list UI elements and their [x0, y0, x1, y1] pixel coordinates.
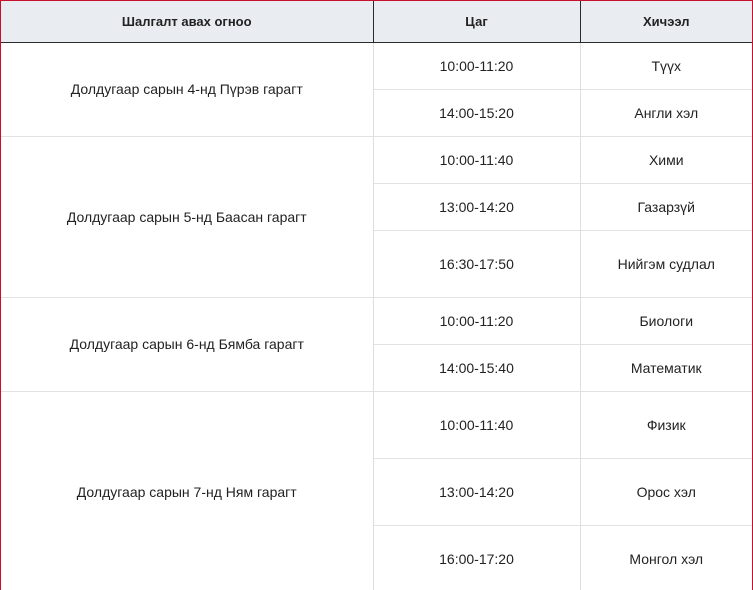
time-cell: 10:00-11:40 — [373, 136, 581, 184]
day-label: Долдугаар сарын 7-нд Ням гарагт — [76, 483, 297, 500]
header-time: Цаг — [373, 1, 581, 43]
time-cell: 10:00-11:20 — [373, 42, 581, 90]
header-row: Шалгалт авах огноо Цаг Хичээл — [1, 1, 752, 43]
header-subject: Хичээл — [580, 1, 752, 43]
day-cell: Долдугаар сарын 7-нд Ням гарагт — [1, 391, 374, 590]
subject-cell: Англи хэл — [580, 89, 752, 137]
time-cell: 14:00-15:40 — [373, 344, 581, 392]
subject-cell: Орос хэл — [580, 458, 752, 526]
time-cell: 14:00-15:20 — [373, 89, 581, 137]
subject-cell: Физик — [580, 391, 752, 459]
subject-cell: Монгол хэл — [580, 525, 752, 590]
time-cell: 16:00-17:20 — [373, 525, 581, 590]
day-label: Долдугаар сарын 5-нд Баасан гарагт — [66, 208, 307, 225]
table-row: Долдугаар сарын 4-нд Пүрэв гарагт 10:00-… — [1, 42, 752, 137]
schedule-frame: Шалгалт авах огноо Цаг Хичээл Долдугаар … — [0, 0, 753, 590]
subject-cell: Газарзүй — [580, 183, 752, 231]
table-row: Долдугаар сарын 7-нд Ням гарагт 10:00-11… — [1, 391, 752, 590]
time-cell: 13:00-14:20 — [373, 183, 581, 231]
subject-cell: Нийгэм судлал — [580, 230, 752, 298]
exam-schedule-table: Шалгалт авах огноо Цаг Хичээл Долдугаар … — [1, 1, 752, 590]
table-row: Долдугаар сарын 5-нд Баасан гарагт 10:00… — [1, 136, 752, 298]
day-label: Долдугаар сарын 6-нд Бямба гарагт — [69, 336, 304, 352]
day-cell: Долдугаар сарын 6-нд Бямба гарагт — [1, 297, 374, 392]
subject-cell: Түүх — [580, 42, 752, 90]
time-cell: 10:00-11:20 — [373, 297, 581, 345]
header-day: Шалгалт авах огноо — [1, 1, 374, 43]
day-cell: Долдугаар сарын 5-нд Баасан гарагт — [1, 136, 374, 298]
subject-cell: Биологи — [580, 297, 752, 345]
day-cell: Долдугаар сарын 4-нд Пүрэв гарагт — [1, 42, 374, 137]
time-cell: 13:00-14:20 — [373, 458, 581, 526]
time-cell: 10:00-11:40 — [373, 391, 581, 459]
day-label: Долдугаар сарын 4-нд Пүрэв гарагт — [70, 81, 303, 97]
table-row: Долдугаар сарын 6-нд Бямба гарагт 10:00-… — [1, 297, 752, 392]
subject-cell: Математик — [580, 344, 752, 392]
time-cell: 16:30-17:50 — [373, 230, 581, 298]
subject-cell: Хими — [580, 136, 752, 184]
